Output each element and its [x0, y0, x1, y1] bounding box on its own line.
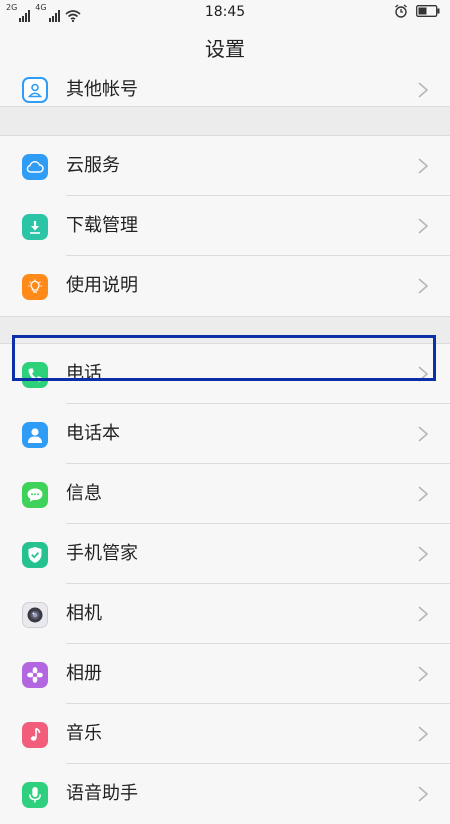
chevron-right-icon: [418, 606, 428, 622]
contacts-icon: [22, 422, 48, 448]
settings-item-label: 信息: [66, 483, 102, 504]
settings-item-download-manager[interactable]: 下载管理: [0, 196, 450, 256]
section-separator: [0, 106, 450, 136]
chevron-right-icon: [418, 82, 428, 98]
title-bar: 设置: [0, 26, 450, 74]
alarm-icon: [395, 4, 407, 18]
settings-item-label: 音乐: [66, 723, 102, 744]
lightbulb-icon: [22, 274, 48, 300]
battery-icon: [416, 5, 440, 17]
settings-item-voice-assistant[interactable]: 语音助手: [0, 764, 450, 824]
cloud-icon: [22, 154, 48, 180]
settings-item-label: 使用说明: [66, 275, 138, 296]
settings-item-label: 语音助手: [66, 783, 138, 804]
status-time: 18:45: [204, 4, 246, 20]
download-icon: [22, 214, 48, 240]
status-bar: 2G 4G 18:45: [0, 0, 450, 26]
settings-item-phone[interactable]: 电话: [0, 344, 450, 404]
page-title: 设置: [205, 37, 245, 61]
user-account-icon: [22, 77, 48, 103]
chevron-right-icon: [418, 426, 428, 442]
message-icon: [22, 482, 48, 508]
camera-icon: [22, 602, 48, 628]
section-separator: [0, 316, 450, 344]
settings-item-music[interactable]: 音乐: [0, 704, 450, 764]
microphone-icon: [22, 782, 48, 808]
chevron-right-icon: [418, 278, 428, 294]
music-icon: [22, 722, 48, 748]
chevron-right-icon: [418, 546, 428, 562]
settings-item-camera[interactable]: 相机: [0, 584, 450, 644]
settings-item-gallery[interactable]: 相册: [0, 644, 450, 704]
settings-item-phone-manager[interactable]: 手机管家: [0, 524, 450, 584]
settings-item-label: 电话本: [66, 423, 120, 444]
settings-list: 其他帐号 云服务 下载管理 使用说明 电话 电话本 信息 手机管家 相机 相册 …: [0, 74, 450, 824]
settings-item-label: 电话: [66, 363, 102, 384]
chevron-right-icon: [418, 366, 428, 382]
chevron-right-icon: [418, 218, 428, 234]
chevron-right-icon: [418, 666, 428, 682]
settings-item-messages[interactable]: 信息: [0, 464, 450, 524]
chevron-right-icon: [418, 158, 428, 174]
gallery-icon: [22, 662, 48, 688]
status-right-icons: [394, 4, 440, 18]
settings-item-contacts[interactable]: 电话本: [0, 404, 450, 464]
settings-item-user-guide[interactable]: 使用说明: [0, 256, 450, 316]
settings-item-label: 相册: [66, 663, 102, 684]
settings-item-label: 其他帐号: [66, 79, 138, 100]
settings-item-cloud-service[interactable]: 云服务: [0, 136, 450, 196]
settings-item-other-accounts[interactable]: 其他帐号: [0, 74, 450, 106]
settings-item-label: 相机: [66, 603, 102, 624]
settings-item-label: 手机管家: [66, 543, 138, 564]
settings-item-label: 下载管理: [66, 215, 138, 236]
phone-icon: [22, 362, 48, 388]
shield-icon: [22, 542, 48, 568]
chevron-right-icon: [418, 486, 428, 502]
settings-item-label: 云服务: [66, 155, 120, 176]
chevron-right-icon: [418, 726, 428, 742]
